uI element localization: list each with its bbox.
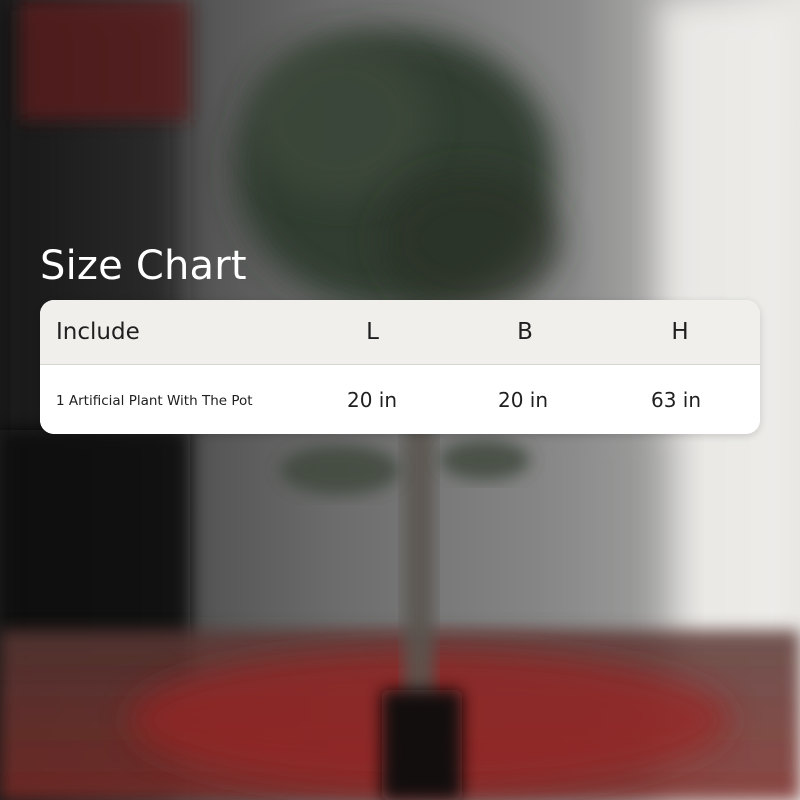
cell-length: 20 in — [347, 387, 398, 412]
table-row: 1 Artificial Plant With The Pot 20 in 20… — [40, 365, 760, 434]
size-chart-table: Include L B H 1 Artificial Plant With Th… — [40, 300, 760, 434]
header-include: Include — [56, 319, 140, 345]
header-breadth: B — [517, 319, 533, 345]
size-chart-title: Size Chart — [40, 243, 247, 289]
cell-breadth: 20 in — [498, 387, 549, 412]
cell-include: 1 Artificial Plant With The Pot — [56, 393, 253, 409]
header-length: L — [366, 319, 379, 345]
cell-height: 63 in — [651, 387, 702, 412]
table-header-row: Include L B H — [40, 300, 760, 365]
header-height: H — [671, 319, 689, 345]
